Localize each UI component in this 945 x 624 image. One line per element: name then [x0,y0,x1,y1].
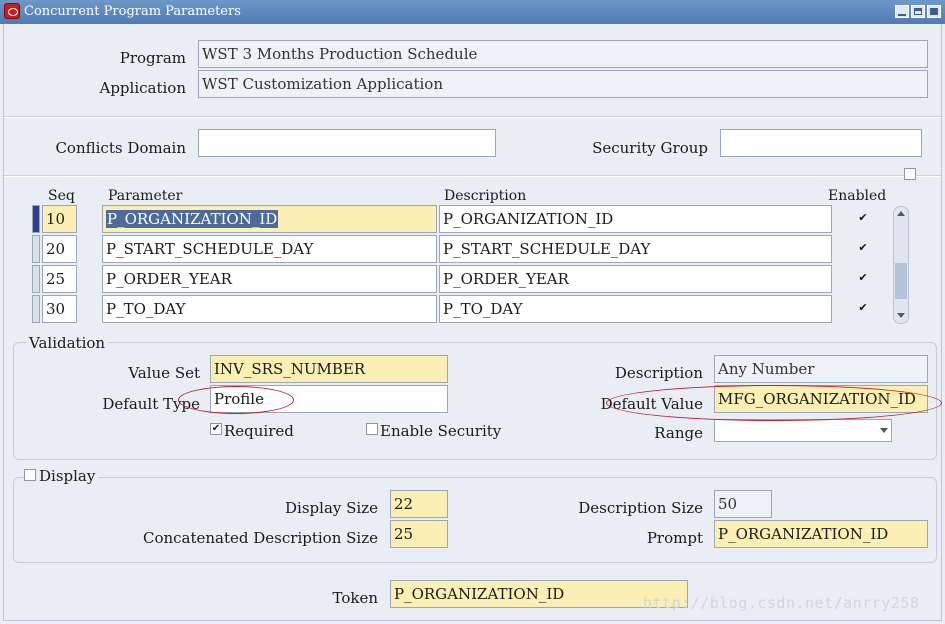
scroll-thumb[interactable] [895,263,907,299]
parameter-cell[interactable]: P_START_SCHEDULE_DAY [102,235,437,263]
enable-security-checkbox[interactable] [366,423,378,435]
row-indicator[interactable] [32,235,40,263]
parameter-cell[interactable]: P_ORDER_YEAR [102,265,437,293]
default-value-label: Default Value [600,395,703,413]
watermark: http://blog.csdn.net/anrry258 [643,594,920,612]
security-group-label: Security Group [592,139,708,157]
value-set-field[interactable]: INV_SRS_NUMBER [210,355,448,383]
parameter-cell[interactable]: P_ORGANIZATION_ID [102,205,437,233]
conflicts-domain-label: Conflicts Domain [55,139,186,157]
folder-checkbox[interactable] [904,168,916,180]
display-title: Display [36,467,99,485]
maximize-icon[interactable] [911,5,925,18]
table-scrollbar[interactable] [893,206,909,324]
header-separator [4,116,941,118]
description-cell[interactable]: P_ORDER_YEAR [439,265,832,293]
window-titlebar[interactable]: Concurrent Program Parameters [0,0,945,24]
seq-cell[interactable]: 20 [42,235,77,263]
description-header: Description [444,188,527,204]
description-size-label: Description Size [578,499,703,517]
row-indicator[interactable] [32,295,40,323]
description-cell[interactable]: P_START_SCHEDULE_DAY [439,235,832,263]
window-title: Concurrent Program Parameters [24,4,241,19]
token-label: Token [332,589,379,607]
parameter-cell[interactable]: P_TO_DAY [102,295,437,323]
row-indicator[interactable] [32,205,40,233]
description-cell[interactable]: P_ORGANIZATION_ID [439,205,832,233]
oracle-app-icon [4,3,20,19]
security-group-field[interactable] [720,129,922,157]
scroll-down-icon[interactable] [897,313,905,318]
enabled-checkbox[interactable]: ✔ [857,212,869,224]
scroll-up-icon[interactable] [897,211,905,216]
table-separator [4,175,941,177]
conflicts-domain-field[interactable] [198,129,496,157]
minimize-icon[interactable] [895,5,909,18]
required-checkbox[interactable]: ✔ [210,423,222,435]
description-label: Description [614,364,703,382]
program-label: Program [119,49,186,67]
parameter-cell-selection: P_ORGANIZATION_ID [106,210,279,228]
display-size-label: Display Size [285,499,378,517]
description-size-field[interactable]: 50 [714,490,772,518]
seq-header: Seq [48,188,75,204]
default-type-field[interactable]: Profile [210,385,448,413]
application-label: Application [99,79,187,97]
display-checkbox[interactable] [24,469,36,481]
enabled-checkbox[interactable]: ✔ [857,302,869,314]
enabled-checkbox[interactable]: ✔ [857,272,869,284]
concat-desc-size-field[interactable]: 25 [390,520,448,548]
close-icon[interactable] [927,5,941,18]
required-label: Required [224,422,294,440]
range-dropdown[interactable] [714,419,892,442]
display-size-field[interactable]: 22 [390,490,448,518]
value-set-label: Value Set [128,364,200,382]
prompt-field[interactable]: P_ORGANIZATION_ID [714,520,928,548]
program-field[interactable]: WST 3 Months Production Schedule [198,40,928,68]
enable-security-label: Enable Security [380,422,502,440]
application-field[interactable]: WST Customization Application [198,70,928,98]
seq-cell[interactable]: 10 [42,205,77,233]
default-type-label: Default Type [102,395,200,413]
enabled-checkbox[interactable]: ✔ [857,242,869,254]
prompt-label: Prompt [646,529,703,547]
validation-title: Validation [26,334,109,352]
concat-desc-size-label: Concatenated Description Size [142,529,378,547]
chevron-down-icon [880,428,888,433]
seq-cell[interactable]: 25 [42,265,77,293]
enabled-header: Enabled [828,188,887,204]
seq-cell[interactable]: 30 [42,295,77,323]
description-cell[interactable]: P_TO_DAY [439,295,832,323]
default-value-field[interactable]: MFG_ORGANIZATION_ID [714,385,928,413]
row-indicator[interactable] [32,265,40,293]
description-field[interactable]: Any Number [714,355,928,383]
parameter-header: Parameter [108,188,183,204]
range-label: Range [654,424,703,442]
